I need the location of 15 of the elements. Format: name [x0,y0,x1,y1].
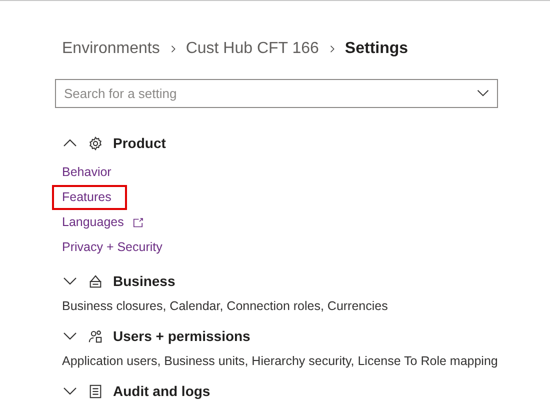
section-title: Product [113,134,166,152]
section-summary: Business closures, Calendar, Connection roles, Currencies [61,298,389,315]
breadcrumb-link[interactable]: Cust Hub CFT 166 [186,37,319,61]
section-summary: Application users, Business units, Hierarchy security, License To Role mapping [61,353,498,370]
settings-link[interactable]: Privacy + Security [62,239,162,256]
search-field[interactable]: Search for a setting [55,79,498,108]
section-title: Business [113,272,176,290]
settings-link[interactable]: Languages [62,214,124,231]
section-title: Audit and logs [113,382,210,401]
users-icon [88,328,103,344]
gear-icon [88,136,103,150]
list-icon [88,384,103,398]
settings-link[interactable]: Behavior [62,164,112,181]
breadcrumb-link[interactable]: Environments [62,37,160,61]
section-title: Users + permissions [113,326,250,346]
